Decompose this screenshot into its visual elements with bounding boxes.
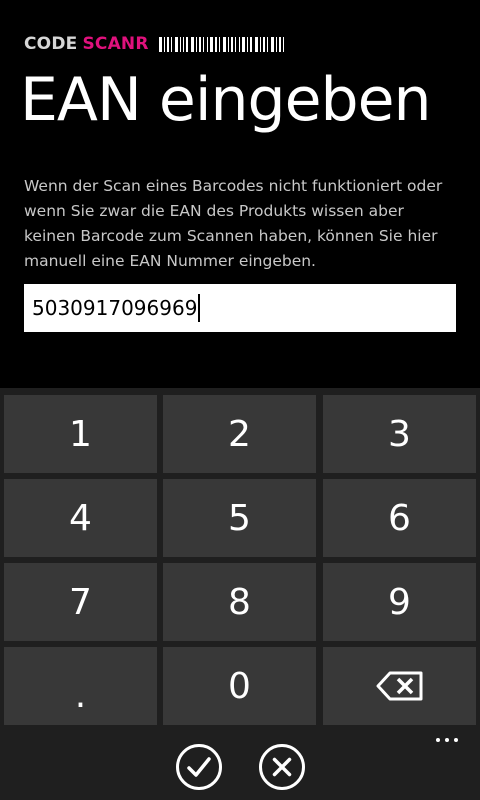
barcode-bar: [241, 36, 245, 52]
barcode-bar: [202, 36, 204, 52]
brand-code: CODE: [24, 34, 78, 54]
key-8[interactable]: 8: [163, 563, 316, 641]
confirm-button[interactable]: [175, 743, 223, 791]
barcode-bar: [174, 36, 178, 52]
barcode-bar: [266, 36, 268, 52]
key-4-label: 4: [69, 497, 92, 539]
key-8-label: 8: [228, 581, 251, 623]
barcode-bar: [198, 36, 201, 52]
key-9[interactable]: 9: [323, 563, 476, 641]
key-1[interactable]: 1: [4, 395, 157, 473]
ean-input[interactable]: 5030917096969: [24, 284, 456, 332]
barcode-bar: [230, 36, 233, 52]
key-2[interactable]: 2: [163, 395, 316, 473]
barcode-bar: [238, 36, 240, 52]
backspace-icon: [376, 671, 422, 701]
barcode-bar: [206, 36, 208, 52]
barcode-bar: [179, 36, 181, 52]
app-header: CODE SCANR: [24, 32, 287, 56]
key-4[interactable]: 4: [4, 479, 157, 557]
barcode-bar: [190, 36, 194, 52]
numeric-keypad: 1 2 3 4 5 6 7 8 9 . 0: [0, 388, 480, 726]
barcode-bar: [182, 36, 184, 52]
barcode-bar: [227, 36, 229, 52]
barcode-bar: [262, 36, 265, 52]
page-title: EAN eingeben: [20, 65, 432, 135]
barcode-bar: [222, 36, 226, 52]
barcode-bar: [185, 36, 188, 52]
cancel-button[interactable]: [258, 743, 306, 791]
key-0-label: 0: [228, 665, 251, 707]
backspace-key[interactable]: [323, 647, 476, 725]
barcode-bar: [278, 36, 281, 52]
barcode-bar: [218, 36, 220, 52]
key-3-label: 3: [388, 413, 411, 455]
barcode-bar: [170, 36, 172, 52]
more-dot: [436, 738, 440, 742]
description-text: Wenn der Scan eines Barcodes nicht funkt…: [24, 177, 443, 270]
barcode-bar: [214, 36, 217, 52]
key-0[interactable]: 0: [163, 647, 316, 725]
barcode-bar: [246, 36, 248, 52]
ean-input-value: 5030917096969: [32, 296, 198, 320]
barcode-bar: [234, 36, 236, 52]
application-bar: [0, 726, 480, 800]
barcode-bar: [270, 36, 274, 52]
key-5[interactable]: 5: [163, 479, 316, 557]
barcode-bar: [254, 36, 258, 52]
brand-scanr: SCANR: [82, 34, 149, 54]
barcode-bar: [209, 36, 213, 52]
barcode-bar: [275, 36, 277, 52]
key-7-label: 7: [69, 581, 92, 623]
key-7[interactable]: 7: [4, 563, 157, 641]
key-6-label: 6: [388, 497, 411, 539]
key-6[interactable]: 6: [323, 479, 476, 557]
key-3[interactable]: 3: [323, 395, 476, 473]
text-caret: [198, 294, 201, 322]
barcode-bar: [195, 36, 197, 52]
more-dot: [445, 738, 449, 742]
barcode-bar: [259, 36, 261, 52]
close-icon: [259, 744, 305, 790]
key-dot-label: .: [74, 674, 87, 716]
barcode-bar: [158, 36, 162, 52]
key-5-label: 5: [228, 497, 251, 539]
more-icon[interactable]: [436, 738, 458, 742]
check-icon: [176, 744, 222, 790]
barcode-bar: [249, 36, 252, 52]
barcode-bar: [166, 36, 169, 52]
key-1-label: 1: [69, 413, 92, 455]
more-dot: [454, 738, 458, 742]
key-9-label: 9: [388, 581, 411, 623]
barcode-logo-icon: [158, 36, 287, 52]
barcode-bar: [282, 36, 284, 52]
key-2-label: 2: [228, 413, 251, 455]
barcode-bar: [163, 36, 165, 52]
key-dot[interactable]: .: [4, 647, 157, 725]
